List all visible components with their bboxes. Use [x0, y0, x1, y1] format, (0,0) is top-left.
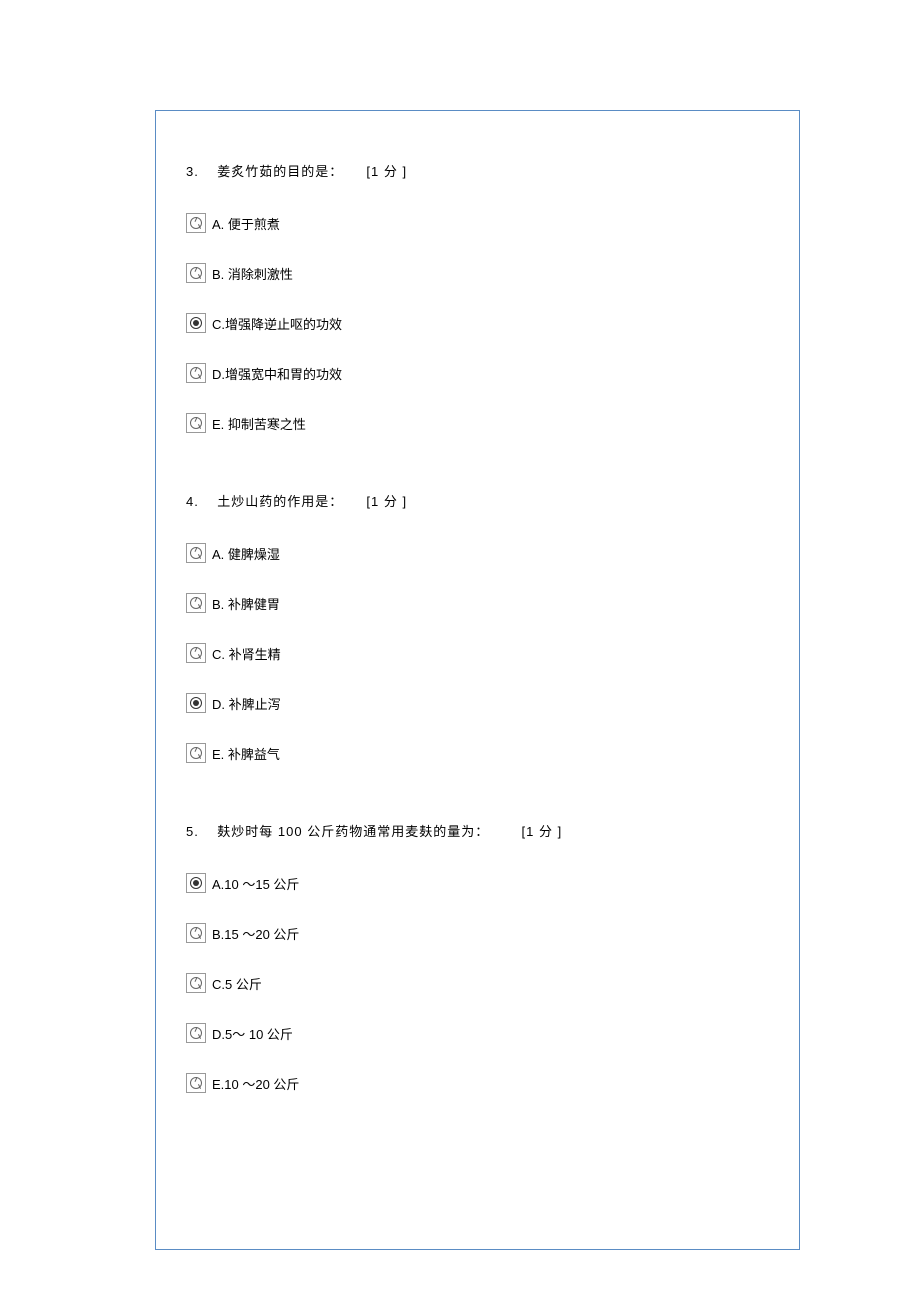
option-b[interactable]: B. 补脾健胃 — [186, 593, 769, 613]
page-border: 3. 姜炙竹茹的目的是： [1 分 ] A. 便于煎煮 B. 消除刺激性 C.增… — [155, 110, 800, 1250]
option-label: A.10 ～15 公斤 — [212, 874, 299, 893]
option-label: B. 补脾健胃 — [212, 594, 280, 613]
radio-icon[interactable] — [186, 213, 206, 233]
radio-icon[interactable] — [186, 263, 206, 283]
question-stem: 麸炒时每 100 公斤药物通常用麦麸的量为： — [217, 824, 489, 839]
option-label: D.5～ 10 公斤 — [212, 1024, 293, 1043]
radio-icon[interactable] — [186, 593, 206, 613]
radio-icon-selected[interactable] — [186, 313, 206, 333]
option-label: B.15 ～20 公斤 — [212, 924, 299, 943]
option-label: E. 补脾益气 — [212, 744, 280, 763]
question-number: 3. — [186, 164, 199, 179]
option-label: C.增强降逆止呕的功效 — [212, 314, 342, 333]
radio-icon[interactable] — [186, 973, 206, 993]
radio-icon[interactable] — [186, 923, 206, 943]
option-c[interactable]: C. 补肾生精 — [186, 643, 769, 663]
option-d[interactable]: D.增强宽中和胃的功效 — [186, 363, 769, 383]
option-a[interactable]: A.10 ～15 公斤 — [186, 873, 769, 893]
option-label: C.5 公斤 — [212, 974, 262, 993]
question-text: 3. 姜炙竹茹的目的是： [1 分 ] — [186, 161, 769, 180]
question-text: 5. 麸炒时每 100 公斤药物通常用麦麸的量为： [1 分 ] — [186, 821, 769, 840]
question-4: 4. 土炒山药的作用是： [1 分 ] A. 健脾燥湿 B. 补脾健胃 C. 补… — [186, 491, 769, 763]
option-label: C. 补肾生精 — [212, 644, 281, 663]
score-mark: [1 分 ] — [522, 824, 563, 839]
radio-icon[interactable] — [186, 643, 206, 663]
option-d[interactable]: D. 补脾止泻 — [186, 693, 769, 713]
option-label: D. 补脾止泻 — [212, 694, 281, 713]
option-label: D.增强宽中和胃的功效 — [212, 364, 342, 383]
radio-icon-selected[interactable] — [186, 873, 206, 893]
radio-icon[interactable] — [186, 363, 206, 383]
option-label: E. 抑制苦寒之性 — [212, 414, 306, 433]
score-mark: [1 分 ] — [366, 494, 407, 509]
option-label: E.10 ～20 公斤 — [212, 1074, 299, 1093]
option-a[interactable]: A. 健脾燥湿 — [186, 543, 769, 563]
option-label: A. 便于煎煮 — [212, 214, 280, 233]
radio-icon[interactable] — [186, 413, 206, 433]
question-stem: 姜炙竹茹的目的是： — [217, 164, 343, 179]
question-number: 5. — [186, 824, 199, 839]
radio-icon[interactable] — [186, 1023, 206, 1043]
option-b[interactable]: B. 消除刺激性 — [186, 263, 769, 283]
option-a[interactable]: A. 便于煎煮 — [186, 213, 769, 233]
option-e[interactable]: E.10 ～20 公斤 — [186, 1073, 769, 1093]
option-e[interactable]: E. 抑制苦寒之性 — [186, 413, 769, 433]
radio-icon-selected[interactable] — [186, 693, 206, 713]
radio-icon[interactable] — [186, 1073, 206, 1093]
radio-icon[interactable] — [186, 543, 206, 563]
option-c[interactable]: C.增强降逆止呕的功效 — [186, 313, 769, 333]
score-mark: [1 分 ] — [366, 164, 407, 179]
option-label: B. 消除刺激性 — [212, 264, 293, 283]
question-number: 4. — [186, 494, 199, 509]
question-3: 3. 姜炙竹茹的目的是： [1 分 ] A. 便于煎煮 B. 消除刺激性 C.增… — [186, 161, 769, 433]
option-label: A. 健脾燥湿 — [212, 544, 280, 563]
option-c[interactable]: C.5 公斤 — [186, 973, 769, 993]
question-5: 5. 麸炒时每 100 公斤药物通常用麦麸的量为： [1 分 ] A.10 ～1… — [186, 821, 769, 1093]
radio-icon[interactable] — [186, 743, 206, 763]
option-d[interactable]: D.5～ 10 公斤 — [186, 1023, 769, 1043]
option-e[interactable]: E. 补脾益气 — [186, 743, 769, 763]
question-stem: 土炒山药的作用是： — [217, 494, 343, 509]
option-b[interactable]: B.15 ～20 公斤 — [186, 923, 769, 943]
question-text: 4. 土炒山药的作用是： [1 分 ] — [186, 491, 769, 510]
